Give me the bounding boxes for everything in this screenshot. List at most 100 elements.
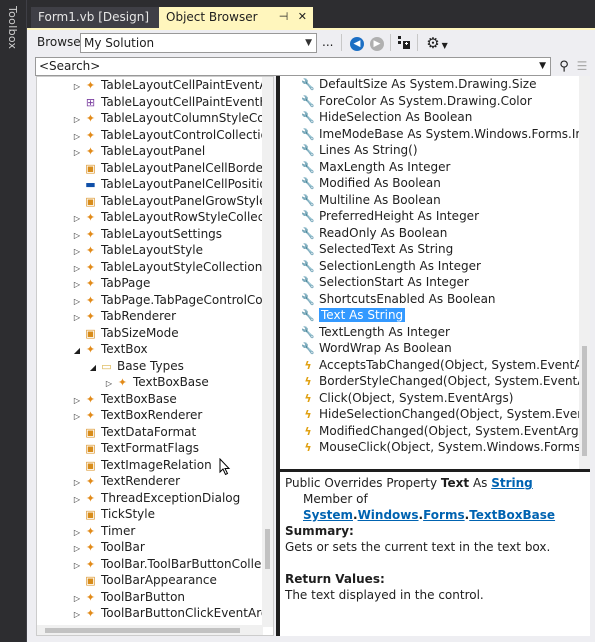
tree-item[interactable]: ▷ ✦ TabPage bbox=[71, 275, 150, 292]
member-item-selected[interactable]: 🔧 Text As String bbox=[300, 307, 406, 324]
member-item[interactable]: ϟ AcceptsTabChanged(Object, System.EventA… bbox=[300, 357, 590, 374]
tree-item-label: TextImageRelation bbox=[101, 457, 212, 472]
class-icon: ✦ bbox=[85, 524, 96, 538]
tree-item[interactable]: ▣ ToolBarAppearance bbox=[71, 572, 217, 589]
close-icon[interactable]: ✕ bbox=[298, 10, 307, 23]
member-item[interactable]: ϟ Click(Object, System.EventArgs) bbox=[300, 390, 513, 407]
search-input[interactable]: <Search> ▼ bbox=[35, 57, 551, 76]
tree-item[interactable]: ▬ TableLayoutPanelCellPosition bbox=[71, 176, 273, 193]
members-vertical-scrollbar[interactable] bbox=[579, 76, 590, 469]
pin-icon[interactable]: ⊣ bbox=[279, 10, 289, 23]
member-item[interactable]: 🔧 DefaultSize As System.Drawing.Size bbox=[300, 76, 536, 93]
clear-search-button[interactable]: ☰ bbox=[573, 57, 591, 76]
member-item[interactable]: 🔧 Multiline As Boolean bbox=[300, 192, 441, 209]
tree-item[interactable]: ◢ ▭ Base Types bbox=[87, 358, 184, 375]
member-item[interactable]: 🔧 ForeColor As System.Drawing.Color bbox=[300, 93, 532, 110]
member-item[interactable]: 🔧 SelectedText As String bbox=[300, 241, 453, 258]
objects-vertical-scrollbar[interactable] bbox=[262, 77, 273, 627]
namespace-link-windows[interactable]: Windows bbox=[358, 508, 419, 522]
class-icon: ✦ bbox=[85, 310, 96, 323]
search-button[interactable]: ⚲ bbox=[555, 57, 573, 76]
tree-item[interactable]: ▷ ✦ TextBoxBase bbox=[103, 374, 209, 391]
property-wrench-icon: 🔧 bbox=[301, 226, 315, 240]
member-item[interactable]: 🔧 Lines As String() bbox=[300, 142, 417, 159]
member-item[interactable]: ϟ BorderStyleChanged(Object, System.Event… bbox=[300, 373, 590, 390]
settings-button[interactable]: ⚙ ▼ bbox=[423, 33, 451, 53]
class-link-textboxbase[interactable]: TextBoxBase bbox=[469, 508, 555, 522]
tree-item-label: TableLayoutRowStyleCollection bbox=[101, 210, 274, 224]
member-item[interactable]: 🔧 Modified As Boolean bbox=[300, 175, 441, 192]
tree-item[interactable]: ▷ ✦ ToolBar bbox=[71, 539, 145, 556]
tree-item[interactable]: ▷ ✦ ThreadExceptionDialog bbox=[71, 490, 240, 507]
tree-item[interactable]: ▷ ✦ TextBoxRenderer bbox=[71, 407, 202, 424]
tab-object-browser[interactable]: Object Browser ⊣ ✕ bbox=[159, 7, 313, 28]
scrollbar-thumb[interactable] bbox=[582, 346, 587, 456]
toolbox-label[interactable]: Toolbox bbox=[6, 6, 19, 49]
tree-item[interactable]: ▷ ✦ TableLayoutSettings bbox=[71, 226, 222, 243]
return-type-link[interactable]: String bbox=[491, 476, 533, 490]
namespace-link-forms[interactable]: Forms bbox=[423, 508, 465, 522]
tree-item[interactable]: ▷✦TableLayoutColumnStyleCollectic bbox=[71, 110, 273, 127]
scrollbar-thumb[interactable] bbox=[265, 529, 270, 569]
tree-item[interactable]: ▷ ✦ TextBoxBase bbox=[71, 391, 177, 408]
member-item[interactable]: ϟ ModifiedChanged(Object, System.EventArg… bbox=[300, 423, 589, 440]
tree-item[interactable]: ▷ ✦ TextRenderer bbox=[71, 473, 180, 490]
tree-item[interactable]: ◢ ✦ TextBox bbox=[71, 341, 148, 358]
property-wrench-icon: 🔧 bbox=[301, 325, 315, 339]
edit-custom-component-set-button[interactable]: ... bbox=[322, 35, 333, 49]
tree-item[interactable]: ▷ ✦ TableLayoutStyleCollection bbox=[71, 259, 262, 276]
members-pane[interactable]: 🔧 DefaultSize As System.Drawing.Size 🔧 Fore… bbox=[280, 76, 590, 469]
member-label: ReadOnly As Boolean bbox=[319, 225, 448, 240]
member-item[interactable]: 🔧 WordWrap As Boolean bbox=[300, 340, 452, 357]
member-item[interactable]: 🔧 ReadOnly As Boolean bbox=[300, 225, 447, 242]
member-item[interactable]: ϟ MouseClick(Object, System.Windows.Forms… bbox=[300, 439, 590, 456]
mouse-pointer-icon bbox=[219, 458, 231, 476]
member-item[interactable]: 🔧 ImeModeBase As System.Windows.Forms.Ime… bbox=[300, 126, 590, 143]
event-icon: ϟ bbox=[304, 408, 312, 421]
browse-scope-select[interactable]: My Solution ▼ bbox=[80, 33, 317, 53]
toolbox-strip[interactable]: Toolbox bbox=[0, 0, 27, 642]
scrollbar-thumb[interactable] bbox=[45, 628, 240, 633]
tree-item[interactable]: ▣ TableLayoutPanelGrowStyle bbox=[71, 193, 266, 210]
add-reference-button[interactable] bbox=[394, 33, 414, 53]
tree-item[interactable]: ▣ TextDataFormat bbox=[71, 424, 196, 441]
member-item[interactable]: 🔧 TextLength As Integer bbox=[300, 324, 450, 341]
member-item[interactable]: 🔧 PreferredHeight As Integer bbox=[300, 208, 479, 225]
tree-item[interactable]: ▷ ✦ TableLayoutRowStyleCollection bbox=[71, 209, 274, 226]
tree-item[interactable]: ⊞ TableLayoutCellPaintEventHandle bbox=[71, 94, 273, 111]
tree-item[interactable]: ▷ ✦ Timer bbox=[71, 523, 135, 540]
member-item[interactable]: 🔧 HideSelection As Boolean bbox=[300, 109, 472, 126]
tree-item[interactable]: ▣ TextImageRelation bbox=[71, 457, 212, 474]
collapse-arrow-icon[interactable]: ◢ bbox=[71, 343, 83, 359]
member-item[interactable]: 🔧 ShortcutsEnabled As Boolean bbox=[300, 291, 495, 308]
tab-form1-design[interactable]: Form1.vb [Design] bbox=[31, 7, 159, 28]
tree-item[interactable]: ▣ TextFormatFlags bbox=[71, 440, 199, 457]
tree-item[interactable]: ▷ ✦ ToolBarButton bbox=[71, 589, 185, 606]
objects-horizontal-scrollbar[interactable] bbox=[37, 625, 263, 635]
tree-item[interactable]: ▷ ✦ TableLayoutPanel bbox=[71, 143, 205, 160]
member-item[interactable]: 🔧 SelectionStart As Integer bbox=[300, 274, 469, 291]
collapse-arrow-icon[interactable]: ◢ bbox=[87, 360, 99, 376]
namespace-link-system[interactable]: System bbox=[303, 508, 353, 522]
tree-item[interactable]: ▷ ✦ TabPage.TabPageControlCollecti bbox=[71, 292, 273, 309]
tree-item[interactable]: ▷ ✦ TableLayoutCellPaintEventArgs bbox=[71, 77, 273, 94]
member-item[interactable]: 🔧 SelectionLength As Integer bbox=[300, 258, 481, 275]
enum-icon: ▣ bbox=[85, 442, 96, 455]
back-button[interactable]: ◀ bbox=[347, 33, 367, 53]
member-item[interactable]: ϟ HideSelectionChanged(Object, System.Eve… bbox=[300, 406, 590, 423]
tree-item[interactable]: ▣ TableLayoutPanelCellBorderStyle bbox=[71, 160, 273, 177]
tree-item[interactable]: ▷ ✦ ToolBar.ToolBarButtonCollection bbox=[71, 556, 273, 573]
tree-item[interactable]: ▣ TickStyle bbox=[71, 506, 155, 523]
tree-item[interactable]: ▷ ✦ ToolBarButtonClickEventArgs bbox=[71, 605, 273, 623]
objects-pane[interactable]: ▷ ✦ TableLayoutCellPaintEventArgs ⊞ TableLay… bbox=[36, 76, 274, 636]
enum-icon: ▣ bbox=[85, 425, 96, 439]
tree-item[interactable]: ▷ ✦ TabRenderer bbox=[71, 308, 176, 325]
tree-item[interactable]: ▷ ✦ TableLayoutStyle bbox=[71, 242, 203, 259]
forward-button[interactable]: ▶ bbox=[367, 33, 387, 53]
tree-item[interactable]: ▷ ✦ TableLayoutControlCollection bbox=[71, 127, 273, 144]
member-item[interactable]: 🔧 MaxLength As Integer bbox=[300, 159, 450, 176]
expand-arrow-icon[interactable]: ▷ bbox=[71, 607, 83, 623]
tree-item[interactable]: ▣ TabSizeMode bbox=[71, 325, 178, 342]
property-wrench-icon: 🔧 bbox=[301, 342, 315, 355]
browse-label: Browse: bbox=[37, 35, 85, 49]
